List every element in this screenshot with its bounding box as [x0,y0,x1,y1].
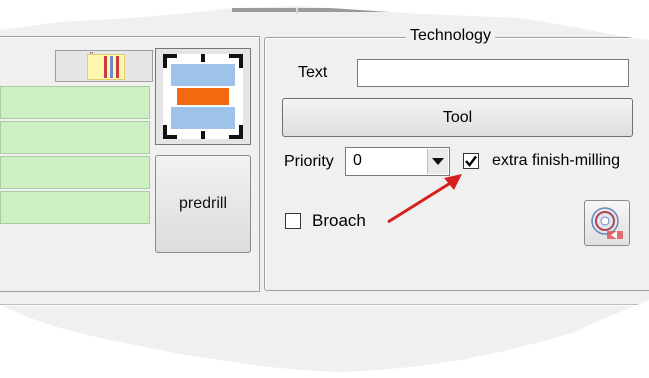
text-label: Text [298,64,328,81]
milling-operation-button[interactable] [155,48,251,145]
list-item[interactable] [0,86,150,119]
tool-button[interactable]: Tool [282,98,633,137]
screenshot-sheet: '' predrill Technology Text Tool Priorit… [0,6,649,372]
list-item[interactable] [0,121,150,154]
red-arrow-annotation [387,174,462,224]
priority-value: 0 [353,152,362,169]
extra-finish-label: extra finish-milling [492,152,621,169]
predrill-label: predrill [178,195,227,212]
list-item[interactable] [0,156,150,189]
toolbar-ruler-icon: '' [87,51,125,80]
cd-load-button[interactable] [584,200,630,246]
broach-label: Broach [312,211,366,230]
predrill-button[interactable]: predrill [155,155,251,253]
cd-load-icon [591,207,623,239]
priority-label: Priority [284,153,334,170]
milling-operation-icon [163,54,243,139]
list-item[interactable] [0,191,150,224]
broach-checkbox[interactable] [285,213,301,229]
tool-button-label: Tool [442,108,473,126]
divider [0,305,649,306]
top-edge-strip [232,8,392,12]
text-input[interactable] [357,59,629,87]
group-title: Technology [406,27,495,45]
top-edge-divider [296,8,298,14]
